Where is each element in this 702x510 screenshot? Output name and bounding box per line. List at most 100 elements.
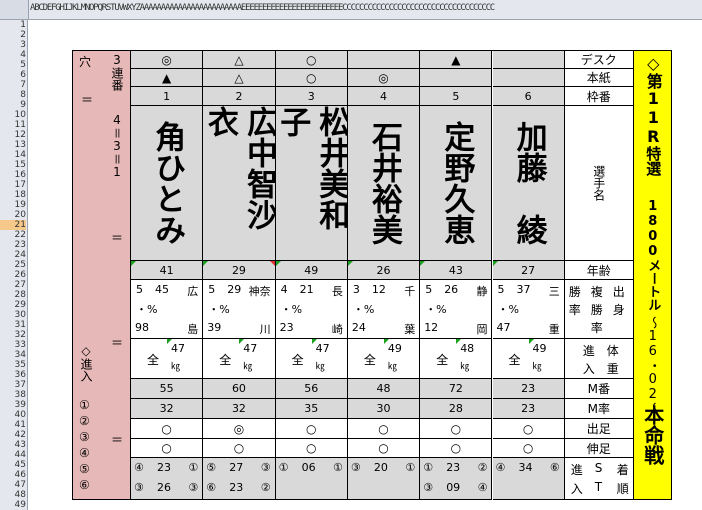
class-weight-cell[interactable]: 全 49 ㎏ <box>492 339 565 379</box>
racer-name-cell[interactable]: 石井裕美 <box>347 106 421 261</box>
motor-number-cell[interactable]: 48 <box>347 379 421 399</box>
motor-number-cell[interactable]: 60 <box>203 379 276 399</box>
nobi-mark-cell[interactable]: ○ <box>275 439 348 458</box>
row-number[interactable]: 2 <box>0 30 26 40</box>
age-cell[interactable]: 29 <box>203 261 276 280</box>
row-number[interactable]: 3 <box>0 40 26 50</box>
paper-mark-cell[interactable] <box>492 69 565 87</box>
racer-name-cell[interactable]: 松井美和子 <box>275 106 348 261</box>
stats-cell[interactable]: 5 26 静・% 12 岡 <box>420 280 493 339</box>
row-number[interactable]: 36 <box>0 370 26 380</box>
motor-rate-cell[interactable]: 32 <box>131 399 204 419</box>
entry-st-cell[interactable]: ① 06 ① <box>275 458 348 500</box>
desk-mark-cell[interactable]: ○ <box>275 51 348 69</box>
select-all-corner[interactable] <box>0 0 29 19</box>
racer-name-cell[interactable]: 角ひとみ <box>131 106 204 261</box>
age-cell[interactable]: 26 <box>347 261 421 280</box>
motor-rate-cell[interactable]: 23 <box>492 399 565 419</box>
motor-number-cell[interactable]: 56 <box>275 379 348 399</box>
motor-rate-cell[interactable]: 28 <box>420 399 493 419</box>
stats-cell[interactable]: 5 37 三・% 47 重 <box>492 280 565 339</box>
row-number[interactable]: 42 <box>0 430 26 440</box>
paper-mark-cell[interactable]: ○ <box>275 69 348 87</box>
start-mark-cell[interactable]: ○ <box>275 419 348 439</box>
class-weight-cell[interactable]: 全 47 ㎏ <box>203 339 276 379</box>
entry-st-cell[interactable]: ④ 34 ⑥ <box>492 458 565 500</box>
stats-cell[interactable]: 5 45 広・% 98 島 <box>131 280 204 339</box>
class-weight-cell[interactable]: 全 48 ㎏ <box>420 339 493 379</box>
row-number[interactable]: 23 <box>0 240 26 250</box>
row-number[interactable]: 40 <box>0 410 26 420</box>
row-number[interactable]: 32 <box>0 330 26 340</box>
nobi-mark-cell[interactable]: ○ <box>203 439 276 458</box>
entry-st-cell[interactable]: ③ 20 ① <box>347 458 421 500</box>
row-number[interactable]: 14 <box>0 150 26 160</box>
row-number[interactable]: 18 <box>0 190 26 200</box>
row-number[interactable]: 6 <box>0 70 26 80</box>
lane-number-cell[interactable]: 1 <box>131 87 204 106</box>
row-number[interactable]: 49 <box>0 500 26 510</box>
nobi-mark-cell[interactable]: ○ <box>347 439 421 458</box>
age-cell[interactable]: 27 <box>492 261 565 280</box>
racer-name-cell[interactable]: 加藤 綾 <box>492 106 565 261</box>
row-number[interactable]: 9 <box>0 100 26 110</box>
paper-mark-cell[interactable] <box>420 69 493 87</box>
row-number[interactable]: 38 <box>0 390 26 400</box>
paper-mark-cell[interactable]: ▲ <box>131 69 204 87</box>
row-number[interactable]: 41 <box>0 420 26 430</box>
lane-number-cell[interactable]: 4 <box>347 87 421 106</box>
row-number[interactable]: 21 <box>0 220 26 230</box>
entry-st-cell[interactable]: ① 23 ② ③ 09 ④ <box>420 458 493 500</box>
lane-number-cell[interactable]: 6 <box>492 87 565 106</box>
lane-number-cell[interactable]: 5 <box>420 87 493 106</box>
motor-number-cell[interactable]: 23 <box>492 379 565 399</box>
row-number[interactable]: 29 <box>0 300 26 310</box>
row-number[interactable]: 20 <box>0 210 26 220</box>
stats-cell[interactable]: 3 12 千・% 24 葉 <box>347 280 421 339</box>
nobi-mark-cell[interactable]: ○ <box>420 439 493 458</box>
class-weight-cell[interactable]: 全 49 ㎏ <box>347 339 421 379</box>
race-title-panel[interactable]: ◇第11R 特選 1800メートル ～16・02～ 本命戦 <box>633 51 672 500</box>
desk-mark-cell[interactable] <box>347 51 421 69</box>
row-number[interactable]: 15 <box>0 160 26 170</box>
age-cell[interactable]: 49 <box>275 261 348 280</box>
row-number[interactable]: 37 <box>0 380 26 390</box>
desk-mark-cell[interactable] <box>492 51 565 69</box>
paper-mark-cell[interactable]: △ <box>203 69 276 87</box>
row-number[interactable]: 33 <box>0 340 26 350</box>
row-number[interactable]: 19 <box>0 200 26 210</box>
row-number[interactable]: 17 <box>0 180 26 190</box>
start-mark-cell[interactable]: ○ <box>492 419 565 439</box>
row-number[interactable]: 44 <box>0 450 26 460</box>
row-number[interactable]: 35 <box>0 360 26 370</box>
lane-number-cell[interactable]: 3 <box>275 87 348 106</box>
age-cell[interactable]: 43 <box>420 261 493 280</box>
row-number[interactable]: 10 <box>0 110 26 120</box>
row-number[interactable]: 7 <box>0 80 26 90</box>
desk-mark-cell[interactable]: △ <box>203 51 276 69</box>
row-number[interactable]: 30 <box>0 310 26 320</box>
row-number[interactable]: 8 <box>0 90 26 100</box>
row-number[interactable]: 11 <box>0 120 26 130</box>
nobi-mark-cell[interactable]: ○ <box>131 439 204 458</box>
motor-rate-cell[interactable]: 30 <box>347 399 421 419</box>
row-number[interactable]: 25 <box>0 260 26 270</box>
row-number[interactable]: 12 <box>0 130 26 140</box>
column-letters[interactable]: ABCDEFGHIJKLMNOPQRSTUVWXYZAAAAAAAAAAAAAA… <box>30 3 700 13</box>
stats-cell[interactable]: 4 21 長・% 23 崎 <box>275 280 348 339</box>
desk-mark-cell[interactable]: ◎ <box>131 51 204 69</box>
row-number[interactable]: 47 <box>0 480 26 490</box>
motor-rate-cell[interactable]: 32 <box>203 399 276 419</box>
row-number[interactable]: 1 <box>0 20 26 30</box>
row-number[interactable]: 46 <box>0 470 26 480</box>
row-number[interactable]: 16 <box>0 170 26 180</box>
row-number[interactable]: 39 <box>0 400 26 410</box>
start-mark-cell[interactable]: ○ <box>131 419 204 439</box>
lane-number-cell[interactable]: 2 <box>203 87 276 106</box>
row-number[interactable]: 24 <box>0 250 26 260</box>
row-number[interactable]: 45 <box>0 460 26 470</box>
nobi-mark-cell[interactable]: ○ <box>492 439 565 458</box>
paper-mark-cell[interactable]: ◎ <box>347 69 421 87</box>
class-weight-cell[interactable]: 全 47 ㎏ <box>131 339 204 379</box>
row-number[interactable]: 4 <box>0 50 26 60</box>
